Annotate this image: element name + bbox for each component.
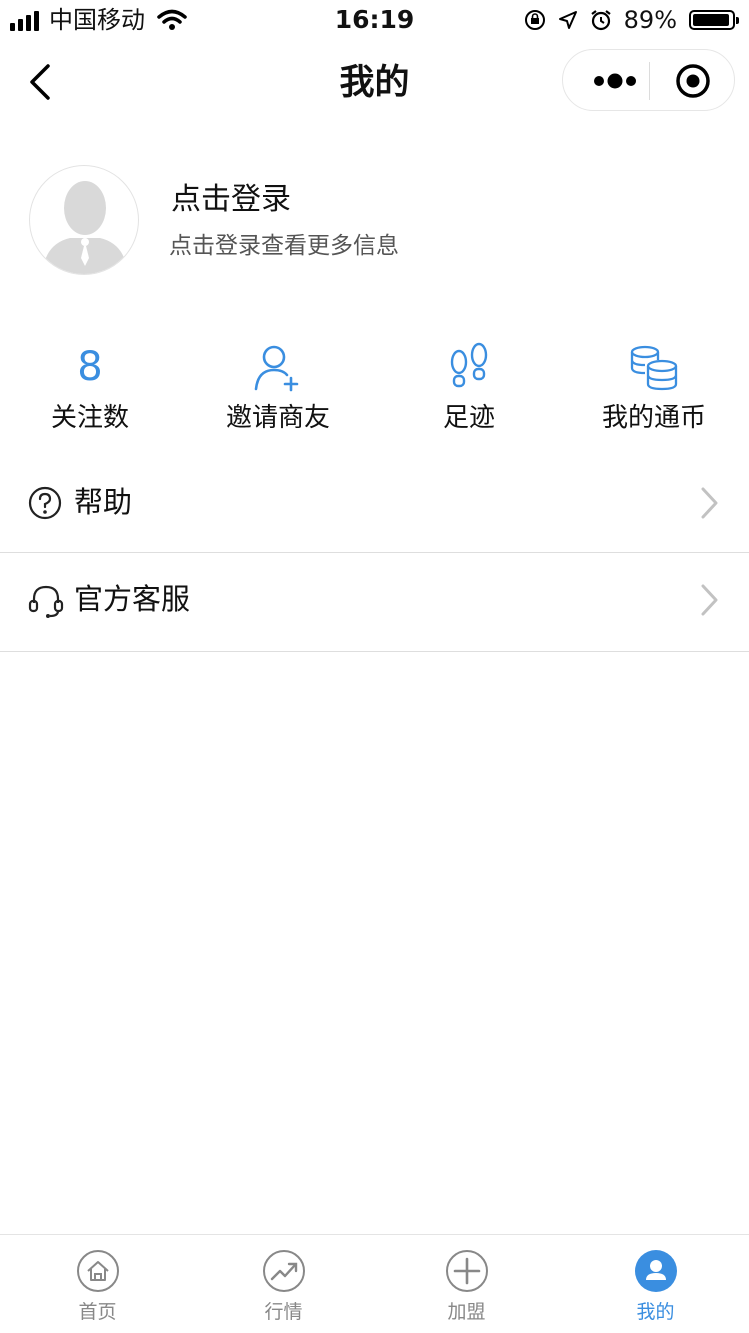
footprints-icon	[450, 342, 488, 388]
plus-icon	[445, 1250, 488, 1292]
battery-icon	[689, 10, 739, 30]
headset-icon	[28, 585, 64, 618]
battery-percent: 89%	[623, 6, 677, 34]
help-circle-icon	[28, 486, 62, 520]
location-icon	[558, 11, 577, 29]
default-avatar-icon	[42, 181, 128, 274]
chevron-right-icon	[701, 584, 718, 616]
stat-label: 邀请商友	[225, 403, 330, 433]
tab-label: 首页	[78, 1301, 117, 1323]
home-icon	[76, 1250, 119, 1292]
tab-market[interactable]: 行情	[190, 1235, 377, 1333]
miniprogram-capsule	[562, 49, 735, 111]
stat-invite[interactable]: 邀请商友	[188, 340, 368, 440]
stat-following[interactable]: 8 关注数	[0, 340, 180, 440]
alarm-icon	[590, 10, 611, 31]
tab-mine[interactable]: 我的	[562, 1235, 749, 1333]
tab-bar: 首页 行情 加盟 我的	[0, 1234, 749, 1333]
stats-row: 8 关注数 邀请商友 足迹 我的通币	[0, 340, 749, 440]
status-bar: 中国移动 16:19 89%	[0, 0, 749, 40]
chevron-right-icon	[701, 487, 718, 519]
trend-icon	[262, 1250, 305, 1292]
tab-join[interactable]: 加盟	[373, 1235, 560, 1333]
status-right: 89%	[524, 6, 739, 34]
login-title[interactable]: 点击登录	[171, 180, 291, 220]
close-miniprogram-icon[interactable]	[663, 56, 723, 106]
nav-bar: 我的	[0, 40, 749, 126]
capsule-divider	[649, 62, 650, 100]
stat-coins[interactable]: 我的通币	[564, 340, 744, 440]
tab-label: 加盟	[447, 1301, 486, 1323]
stat-label: 足迹	[442, 403, 495, 433]
menu-item-help[interactable]: 帮助	[0, 456, 749, 553]
menu-list: 帮助 官方客服	[0, 456, 749, 652]
menu-label: 官方客服	[74, 582, 191, 616]
stat-footprints[interactable]: 足迹	[379, 340, 559, 440]
add-user-icon	[254, 345, 299, 392]
tab-label: 我的	[636, 1301, 675, 1323]
menu-item-customer-service[interactable]: 官方客服	[0, 553, 749, 652]
orientation-lock-icon	[524, 10, 545, 30]
tab-label: 行情	[264, 1301, 303, 1323]
more-icon[interactable]	[577, 56, 649, 106]
menu-label: 帮助	[74, 485, 133, 519]
coins-icon	[630, 345, 678, 391]
avatar[interactable]	[29, 165, 139, 275]
tab-home[interactable]: 首页	[4, 1235, 191, 1333]
stat-label: 我的通币	[601, 403, 706, 433]
stat-label: 关注数	[50, 403, 129, 433]
user-icon	[634, 1250, 677, 1292]
login-subtitle: 点击登录查看更多信息	[169, 233, 399, 259]
following-count: 8	[77, 344, 103, 390]
profile-header[interactable]: 点击登录 点击登录查看更多信息	[0, 160, 749, 290]
